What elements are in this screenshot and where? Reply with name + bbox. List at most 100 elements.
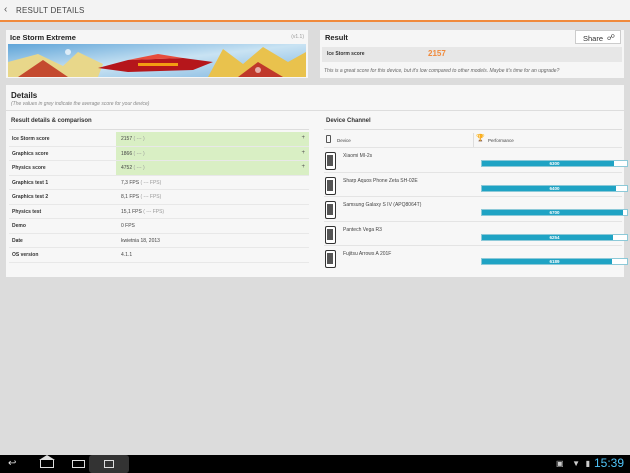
comparison-title: Result details & comparison (11, 118, 92, 124)
phone-icon (325, 250, 336, 269)
score-value: 2157 (428, 49, 446, 58)
benchmark-banner-image (8, 44, 306, 77)
row-key: Graphics test 1 (12, 179, 49, 186)
share-icon: ☍ (606, 33, 615, 42)
row-value-text: 4.1.1 (121, 252, 133, 258)
benchmark-card: Ice Storm Extreme (v1.1) (6, 30, 308, 78)
performance-bar: 6300 (481, 160, 628, 167)
performance-bar: 6254 (481, 233, 628, 241)
benchmark-name: Ice Storm Extreme (10, 33, 76, 42)
row-key: Physics score (12, 165, 46, 171)
share-label: Share (583, 34, 604, 43)
expand-plus-icon[interactable]: + (301, 135, 305, 141)
row-value: 0 FPS (116, 219, 309, 233)
row-value-text: 4752 (121, 165, 133, 171)
table-row: Graphics test 1 7,3 FPS ( --- FPS) (9, 176, 309, 190)
row-avg: ( --- FPS) (140, 179, 162, 186)
list-item[interactable]: Fujitsu Arrows A 201F 6189 (324, 245, 628, 270)
performance-column-label: Performance (488, 138, 514, 143)
row-avg: ( --- ) (133, 165, 145, 171)
divider (9, 129, 309, 130)
device-name: Fujitsu Arrows A 201F (343, 251, 392, 258)
screenshot-icon (104, 460, 114, 468)
row-value[interactable]: 2157 ( --- ) + (116, 132, 309, 146)
phone-icon (326, 135, 331, 143)
row-value-text: kwietnia 18, 2013 (121, 237, 160, 244)
performance-value: 6400 (549, 185, 560, 191)
gallery-notification-icon[interactable]: ▣ (556, 459, 564, 468)
row-value-text: 8,1 FPS (121, 194, 140, 200)
score-label: Ice Storm score (327, 51, 365, 57)
wifi-icon: ▼ (572, 459, 580, 468)
details-table: Ice Storm score 2157 ( --- ) + Graphics s… (9, 132, 309, 263)
table-row: OS version 4.1.1 (9, 248, 309, 263)
row-key: Graphics score (12, 150, 49, 157)
performance-value: 6254 (549, 234, 560, 240)
details-title: Details (11, 91, 38, 100)
recent-apps-icon[interactable] (72, 460, 85, 468)
trophy-icon: 🏆 (476, 135, 485, 142)
details-subtitle: (The values in grey indicate the average… (11, 101, 150, 107)
performance-bar: 6700 (481, 209, 628, 217)
row-value: 15,1 FPS ( --- FPS) (116, 205, 309, 219)
row-avg: ( --- FPS) (143, 208, 165, 215)
row-value: 8,1 FPS ( --- FPS) (116, 190, 309, 204)
expand-plus-icon[interactable]: + (301, 164, 305, 170)
row-value-text: 0 FPS (121, 223, 135, 229)
phone-icon (325, 176, 336, 195)
screenshot-button[interactable] (89, 455, 129, 473)
row-value-text: 7,3 FPS (121, 179, 140, 186)
row-key: Date (12, 237, 23, 244)
divider (6, 110, 624, 111)
home-nav-icon[interactable] (39, 455, 55, 468)
device-channel-title: Device Channel (326, 118, 371, 124)
row-avg: ( --- ) (133, 150, 145, 157)
row-value[interactable]: 1866 ( --- ) + (116, 146, 309, 160)
table-row: Date kwietnia 18, 2013 (9, 234, 309, 248)
device-name: Sharp Aquos Phone Zeta SH-02E (343, 177, 418, 184)
device-channel-header: Device 🏆 Performance (324, 133, 622, 147)
share-button[interactable]: Share ☍ (575, 30, 621, 44)
device-list: Xiaomi MI-2s 6300 Sharp Aquos Phone Zeta… (324, 147, 628, 270)
list-item[interactable]: Xiaomi MI-2s 6300 (324, 147, 628, 172)
result-note: This is a great score for this device, b… (324, 68, 560, 74)
benchmark-version: (v1.1) (291, 34, 304, 40)
back-arrow-icon[interactable]: ‹ (4, 4, 7, 15)
row-value: 4.1.1 (116, 248, 309, 262)
table-row: Physics score 4752 ( --- ) + (9, 161, 309, 176)
device-column-label: Device (337, 138, 351, 143)
system-navigation-bar: ↩ ▣ 15:39 ▼ ▮ (0, 455, 630, 473)
performance-bar: 6189 (481, 258, 628, 266)
page-title: RESULT DETAILS (16, 6, 85, 15)
list-item[interactable]: Samsung Galaxy S IV (APQ8064T) 6700 (324, 196, 628, 221)
performance-value: 6300 (549, 161, 560, 166)
row-value: 7,3 FPS ( --- FPS) (116, 176, 309, 190)
details-card: Details (The values in grey indicate the… (6, 85, 628, 277)
row-value-text: 1866 (121, 150, 133, 157)
list-item[interactable]: Sharp Aquos Phone Zeta SH-02E 6400 (324, 171, 628, 197)
table-row: Demo 0 FPS (9, 219, 309, 234)
device-name: Samsung Galaxy S IV (APQ8064T) (343, 202, 422, 209)
row-key: Physics test (12, 208, 42, 215)
table-row: Physics test 15,1 FPS ( --- FPS) (9, 205, 309, 219)
table-row: Graphics score 1866 ( --- ) + (9, 146, 309, 161)
list-item[interactable]: Pantech Vega R3 6254 (324, 220, 628, 246)
row-value: kwietnia 18, 2013 (116, 234, 309, 248)
row-key: Ice Storm score (12, 136, 50, 142)
result-label: Result (325, 33, 348, 42)
device-name: Pantech Vega R3 (343, 226, 382, 233)
divider (473, 133, 474, 147)
result-score-row: Ice Storm score 2157 (322, 47, 622, 62)
row-avg: ( --- FPS) (140, 194, 162, 200)
action-bar: ‹ RESULT DETAILS (0, 0, 630, 22)
phone-icon (325, 201, 336, 220)
back-nav-icon[interactable]: ↩ (8, 458, 16, 469)
row-avg: ( --- ) (133, 136, 145, 142)
table-row: Graphics test 2 8,1 FPS ( --- FPS) (9, 190, 309, 205)
performance-value: 6700 (549, 210, 560, 216)
row-value[interactable]: 4752 ( --- ) + (116, 161, 309, 175)
row-key: OS version (12, 252, 39, 258)
expand-plus-icon[interactable]: + (301, 150, 305, 156)
row-value-text: 2157 (121, 136, 133, 142)
battery-icon: ▮ (585, 459, 590, 468)
